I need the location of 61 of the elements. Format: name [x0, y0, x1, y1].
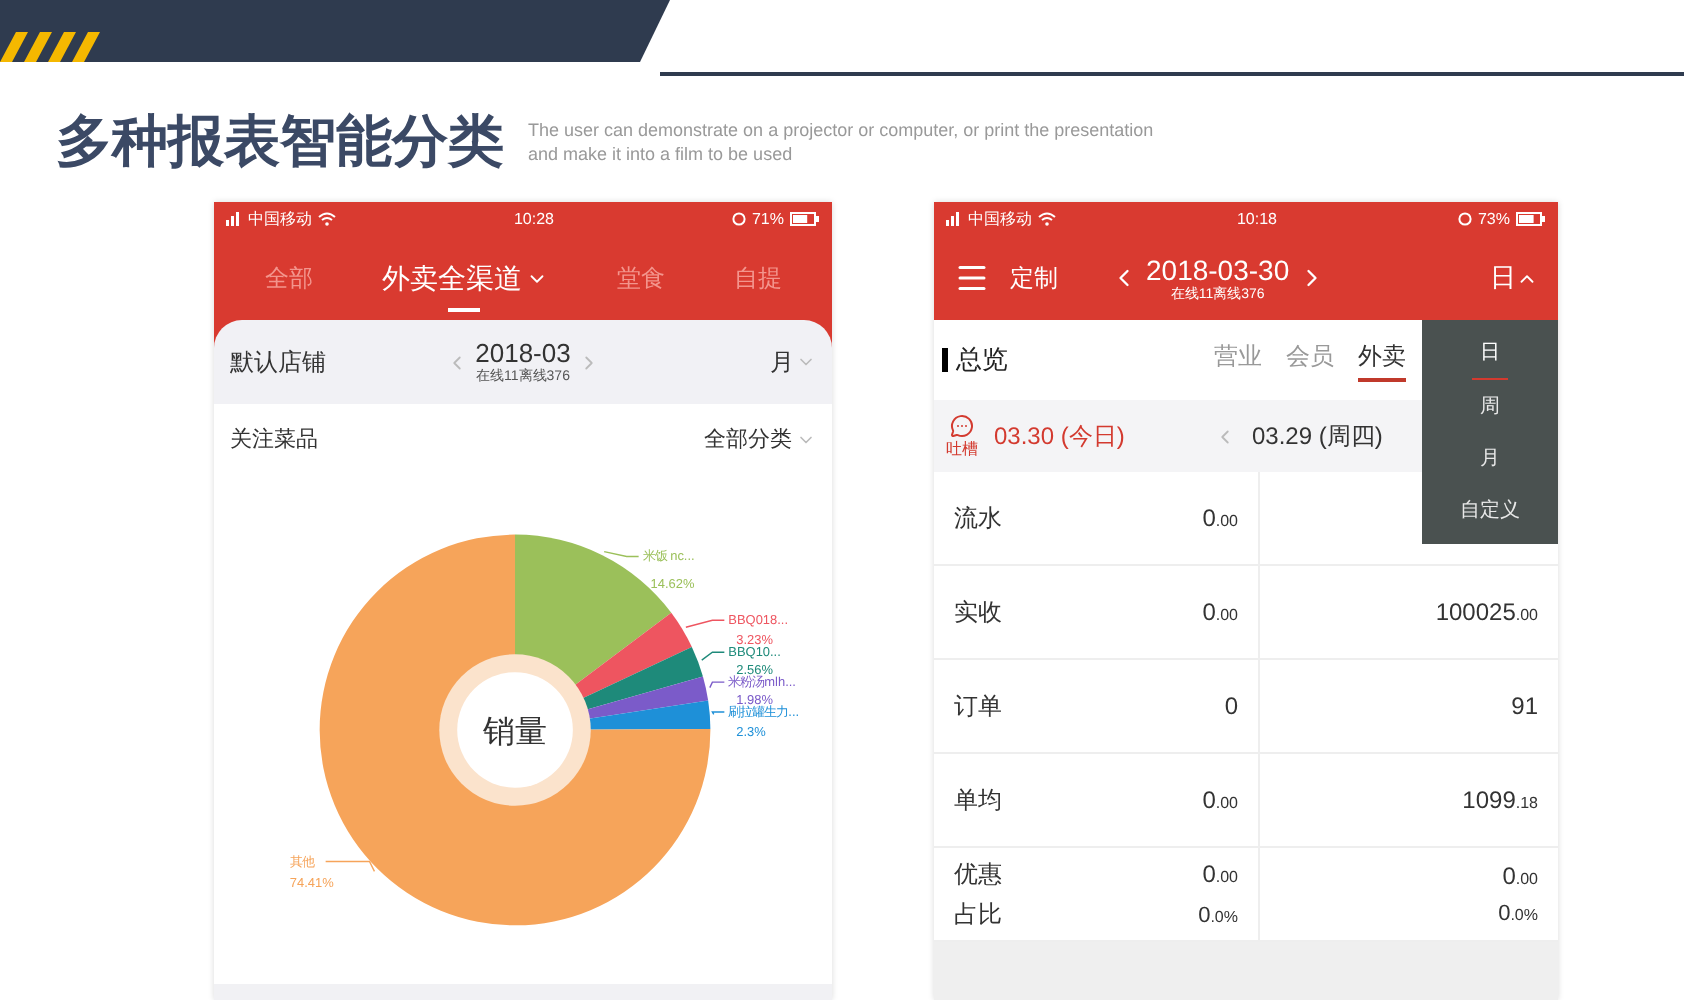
metric-label: 单均 — [954, 784, 1002, 818]
chart-center-label: 销量 — [483, 715, 548, 750]
leader-line — [701, 651, 726, 661]
today-value: 0.00 — [1202, 784, 1238, 818]
subtitle-text: and make it into a film to be used — [528, 141, 795, 165]
subtitle-text: The user can demonstrate on a projector or computer, or print the presentation — [528, 117, 1154, 141]
metric-label: 订单 — [954, 690, 1002, 724]
leader-line — [685, 619, 726, 628]
dropdown-option[interactable]: 周 — [1472, 380, 1508, 432]
today-value: 0.00 — [1202, 857, 1238, 892]
leader-line — [711, 711, 726, 716]
store-label: 默认店铺 — [230, 346, 328, 380]
previous-value: 0.0% — [1498, 899, 1538, 930]
section-tab[interactable]: 会员 — [1286, 338, 1334, 382]
previous-value: 100025.00 — [1435, 596, 1538, 630]
battery-text: 73% — [1477, 207, 1510, 231]
dropdown-option[interactable]: 月 — [1472, 432, 1508, 484]
battery-text: 71% — [751, 207, 784, 231]
granularity-select[interactable]: 日 — [1490, 258, 1538, 298]
metric-label: 流水 — [954, 502, 1002, 536]
channel-tab[interactable]: 外卖全渠道 — [381, 244, 548, 312]
previous-value: 0.00 — [1502, 859, 1538, 894]
metric-label: 实收 — [954, 596, 1002, 630]
clock-text: 10:18 — [1236, 207, 1277, 231]
dropdown-option[interactable]: 日 — [1472, 328, 1508, 380]
metric-label: 优惠 — [954, 857, 1002, 892]
carrier-text: 中国移动 — [248, 207, 312, 231]
previous-value: 91 — [1511, 690, 1538, 724]
previous-day-label: 03.29 (周四) — [1252, 420, 1383, 454]
leader-line — [324, 860, 376, 872]
dropdown-option[interactable]: 自定义 — [1452, 484, 1528, 536]
battery-icon — [1515, 212, 1546, 226]
date-text: 2018-03-30 — [1146, 255, 1290, 283]
section-title: 总览 — [956, 342, 1008, 379]
category-select[interactable]: 全部分类 — [704, 423, 816, 457]
section-tab[interactable]: 外卖 — [1358, 338, 1406, 382]
today-value: 0.0% — [1198, 901, 1238, 932]
filter-label: 关注菜品 — [230, 425, 318, 456]
previous-value: 1099.18 — [1462, 784, 1538, 818]
metric-label: 占比 — [954, 897, 1002, 932]
slide-title: 多种报表智能分类 — [56, 107, 504, 175]
today-value: 0.00 — [1202, 596, 1238, 630]
period-text: 2018-03 — [475, 340, 571, 366]
feedback-label[interactable]: 吐槽 — [946, 442, 978, 458]
granularity-select[interactable]: 月 — [636, 344, 816, 380]
clock-text: 10:28 — [513, 207, 554, 231]
signal-icon — [946, 212, 962, 226]
menu-icon[interactable] — [954, 260, 990, 296]
mode-label[interactable]: 定制 — [1010, 260, 1110, 296]
section-tab[interactable]: 营业 — [1214, 338, 1262, 382]
leader-line — [709, 681, 726, 689]
wifi-icon — [1038, 212, 1056, 226]
today-label: 03.30 (今日) — [994, 420, 1127, 454]
battery-icon — [789, 212, 820, 226]
leader-line — [603, 550, 640, 558]
wifi-icon — [318, 212, 336, 226]
today-value: 0 — [1224, 690, 1238, 724]
carrier-text: 中国移动 — [968, 207, 1032, 231]
signal-icon — [226, 212, 242, 226]
today-value: 0.00 — [1202, 502, 1238, 536]
comment-icon[interactable] — [950, 414, 974, 438]
